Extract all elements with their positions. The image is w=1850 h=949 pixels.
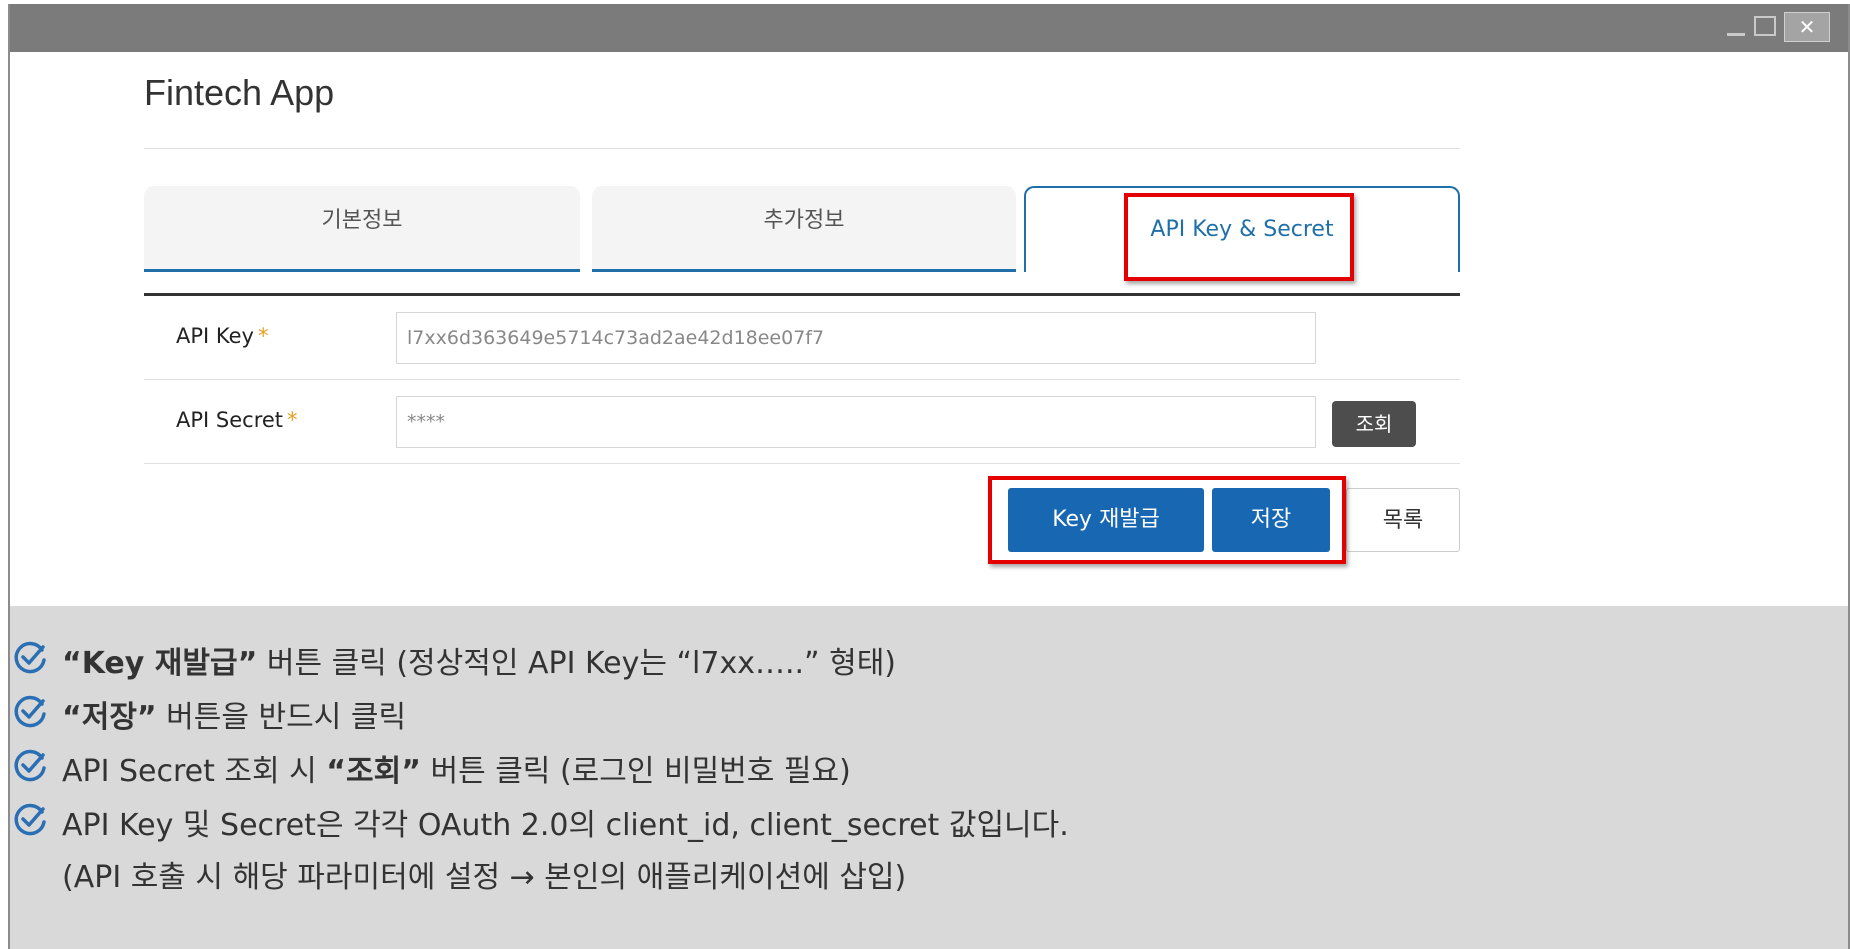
api-secret-field[interactable]: ****	[396, 396, 1316, 448]
highlight-box-buttons	[988, 476, 1346, 564]
highlight-box-tab	[1124, 193, 1354, 281]
tab-additional-info[interactable]: 추가정보	[592, 186, 1016, 272]
check-circle-icon	[14, 641, 46, 674]
note-item: API Secret 조회 시 “조회” 버튼 클릭 (로그인 비밀번호 필요)	[14, 746, 851, 790]
api-secret-label: API Secret *	[176, 408, 298, 432]
required-mark: *	[257, 324, 269, 348]
check-circle-icon	[14, 749, 46, 782]
maximize-icon[interactable]	[1752, 12, 1776, 42]
divider	[144, 148, 1460, 149]
note-item: API Key 및 Secret은 각각 OAuth 2.0의 client_i…	[14, 800, 1069, 844]
check-circle-icon	[14, 803, 46, 836]
tab-basic-info[interactable]: 기본정보	[144, 186, 580, 272]
close-icon[interactable]: ✕	[1784, 12, 1830, 42]
api-key-field[interactable]: l7xx6d363649e5714c73ad2ae42d18ee07f7	[396, 312, 1316, 364]
check-circle-icon	[14, 695, 46, 728]
note-item: “Key 재발급” 버튼 클릭 (정상적인 API Key는 “l7xx…..”…	[14, 638, 896, 682]
note-item: “저장” 버튼을 반드시 클릭	[14, 692, 406, 736]
minimize-icon[interactable]	[1725, 12, 1747, 42]
note-item-continued: (API 호출 시 해당 파라미터에 설정 → 본인의 애플리케이션에 삽입)	[62, 860, 907, 895]
api-key-row: API Key * l7xx6d363649e5714c73ad2ae42d18e…	[144, 296, 1460, 380]
api-secret-row: API Secret * **** 조회	[144, 380, 1460, 464]
api-key-label: API Key *	[176, 324, 269, 348]
required-mark: *	[287, 408, 298, 432]
view-secret-button[interactable]: 조회	[1332, 401, 1416, 447]
page-title: Fintech App	[144, 72, 335, 113]
title-bar: ✕	[10, 4, 1848, 52]
list-button[interactable]: 목록	[1346, 488, 1460, 552]
